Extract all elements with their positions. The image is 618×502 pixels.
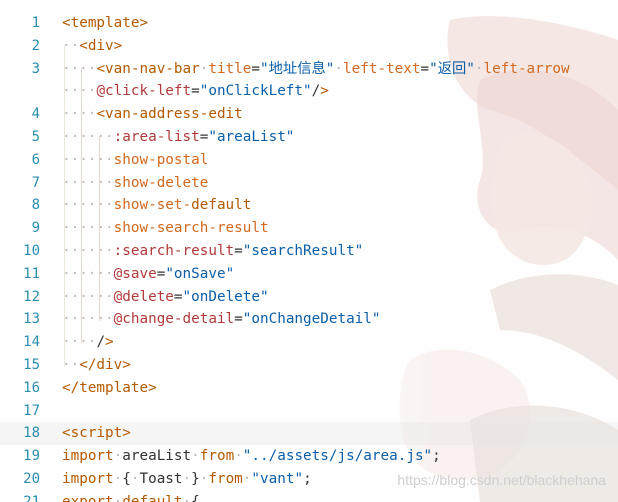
code-line[interactable]: 6 ······show-postal [0,149,618,172]
code-line[interactable]: 1 <template> [0,12,618,35]
code-line[interactable]: 3 ····<van-nav-bar·title="地址信息"·left-text… [0,58,618,81]
code-line[interactable]: 4 ····<van-address-edit [0,103,618,126]
code-line[interactable]: 7 ······show-delete [0,172,618,195]
code-editor[interactable]: 1 <template> 2 ··<div> 3 ····<van-nav-bar·tit… [0,0,618,502]
code-line[interactable]: 14 ····/> [0,331,618,354]
code-line[interactable]: 2 ··<div> [0,35,618,58]
code-line[interactable]: 15 ··</div> [0,354,618,377]
code-text[interactable]: ······@save="onSave" [62,263,234,286]
line-number: 3 [31,60,40,77]
code-text[interactable]: ······show-search-result [62,217,269,240]
code-text[interactable]: ······show-delete [62,172,208,195]
code-text[interactable]: <script> [62,422,131,445]
code-line[interactable]: 13 ······@change-detail="onChangeDetail" [0,308,618,331]
code-line[interactable]: 11 ······@save="onSave" [0,263,618,286]
code-line[interactable]: 10 ······:search-result="searchResult" [0,240,618,263]
code-line[interactable]: 16 </template> [0,377,618,400]
line-number: 5 [31,129,40,145]
code-text[interactable]: ····/> [62,331,114,354]
line-number: 21 [23,493,40,502]
code-text[interactable]: ····@click-left="onClickLeft"/> [62,80,329,103]
line-number: 11 [23,265,40,282]
code-text[interactable]: </template> [62,377,157,400]
code-line[interactable]: 17 [0,400,618,423]
code-line[interactable]: 12 ······@delete="onDelete" [0,286,618,309]
code-line[interactable]: 21 export·default·{ [0,491,618,502]
line-number: 2 [31,37,40,54]
line-number: 6 [31,151,40,168]
line-number: 14 [23,334,40,351]
watermark: https://blog.csdn.net/blackhehana [397,472,606,488]
line-number: 19 [23,448,40,465]
code-line[interactable]: 5 ······:area-list="areaList" [0,126,618,149]
code-text[interactable]: export·default·{ [62,491,200,502]
line-number: 17 [23,402,40,419]
line-number: 7 [31,174,40,191]
code-text[interactable]: import·{·Toast·}·from·"vant"; [62,468,312,491]
code-text[interactable]: ··</div> [62,354,131,377]
code-text[interactable]: ····<van-address-edit [62,103,243,126]
line-number: 1 [31,15,40,31]
line-number: 4 [31,106,40,123]
code-line[interactable]: ····@click-left="onClickLeft"/> [0,80,618,103]
code-line[interactable]: 8 ······show-set-default [0,194,618,217]
code-text[interactable]: import·areaList·from·"../assets/js/area.… [62,445,441,468]
line-number: 16 [23,379,40,396]
line-number: 18 [23,425,40,442]
code-text[interactable]: ······show-set-default [62,194,251,217]
code-line[interactable]: 19 import·areaList·from·"../assets/js/are… [0,445,618,468]
line-number: 15 [23,357,40,373]
line-number: 10 [23,243,40,259]
line-number: 12 [23,288,40,305]
code-text[interactable]: ······@change-detail="onChangeDetail" [62,308,381,331]
code-text[interactable]: ······:search-result="searchResult" [62,240,363,263]
code-text[interactable]: ······show-postal [62,149,208,172]
code-line[interactable]: 9 ······show-search-result [0,217,618,240]
line-number: 8 [31,197,40,214]
code-text[interactable]: ····<van-nav-bar·title="地址信息"·left-text=… [62,58,570,81]
code-line[interactable]: 18 <script> [0,422,618,446]
line-number: 20 [23,471,40,487]
code-lines[interactable]: 1 <template> 2 ··<div> 3 ····<van-nav-bar·tit… [0,0,618,502]
line-number: 13 [23,311,40,328]
code-text[interactable]: <template> [62,12,148,35]
code-text[interactable]: ······@delete="onDelete" [62,286,269,309]
line-number: 9 [31,220,40,237]
code-text[interactable]: ··<div> [62,35,122,58]
code-text[interactable]: ······:area-list="areaList" [62,126,294,149]
